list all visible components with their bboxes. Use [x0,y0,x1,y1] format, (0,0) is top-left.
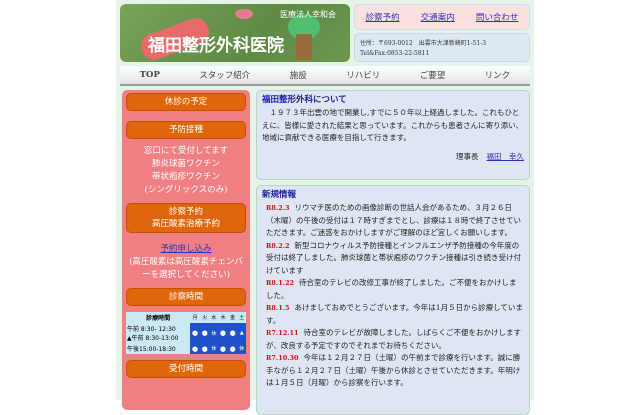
banner-image [296,34,312,60]
reservation-button[interactable]: 診察予約 高圧酸素治療予約 [126,203,246,233]
oxygen-reservation-label: 高圧酸素治療予約 [151,219,220,229]
morning-hours: 午前 8:30- 12:30 [127,326,176,333]
schedule-cell: ● [227,323,238,343]
schedule-cell: ● [190,323,200,343]
saturday-morning-hours: ▲午前 8:30-13:00 [127,335,179,342]
schedule-cell: 休 [209,343,219,354]
news-item: R8.2.3 リウマチ医のための画像診断の世話人会があるため、３月２６日（木曜）の… [262,202,524,240]
link-access[interactable]: 交通案内 [421,11,455,23]
about-text: １９７３年出雲の地で開業し,すでに５０年以上経過しました。これもひとえに、皆様に… [262,108,524,142]
afternoon-hours: 午後15:00-18:30 [126,343,191,354]
nav-rehab[interactable]: リハビリ [346,69,380,81]
banner-image [235,9,253,19]
news-date: R8.1.5 [266,304,290,312]
vaccination-info: 窓口にて受付してます 肺炎球菌ワクチン 帯状疱疹ワクチン (シングリックスのみ) [126,145,246,197]
tel-fax: Tel&Fax:0853-22-5811 [360,50,430,57]
news-list: R8.2.3 リウマチ医のための画像診断の世話人会があるため、３月２６日（木曜）の… [262,202,524,390]
vaccine-line: 肺炎球菌ワクチン [151,159,220,169]
apply-info: 予約申し込み (高圧酸素は高圧酸素チェンバーを選択してください) [126,243,246,282]
schedule-cell: ● [227,343,238,354]
hours-button[interactable]: 診察時間 [126,288,246,306]
vaccine-line: (シングリックスのみ) [144,185,228,195]
news-date: R7.12.11 [266,329,299,337]
header-banner[interactable]: 医療法人幸和会 福田整形外科医院 [120,4,350,62]
about-box: 福田整形外科について １９７３年出雲の地で開業し,すでに５０年以上経過しました。… [256,90,530,180]
news-text: 待合室のテレビが故障しました。しばらくご不便をおかけしますが、改良する予定ですの… [266,328,522,350]
nav-top[interactable]: TOP [140,70,160,80]
news-item: R8.2.2 新型コロナウィルス予防接種とインフルエンザ予防接種の今年度の受付は終… [262,240,524,278]
nav-requests[interactable]: ご要望 [420,69,446,81]
news-date: R8.2.3 [266,204,290,212]
nav-staff[interactable]: スタッフ紹介 [199,69,250,81]
schedule-cell: ● [199,323,210,343]
news-text: リウマチ医のための画像診断の世話人会があるため、３月２６日（木曜）の午後の受付は… [266,203,521,237]
news-item: R8.1.5 あけましておめでとうございます。今年は1月５日から診療しています。 [262,302,524,327]
news-item: R7.12.11 待合室のテレビが故障しました。しばらくご不便をおかけしますが、改… [262,327,524,352]
news-text: 新型コロナウィルス予防接種とインフルエンザ予防接種の今年度の受付は終了しました。… [266,240,521,275]
nav-links[interactable]: リンク [485,69,511,81]
address: 住所：〒693-0012 出雲市大津新崎町1-51-3 [360,40,487,47]
news-text: あけましておめでとうございます。今年は1月５日から診療しています。 [266,303,523,325]
schedule-header: 診療時間 [126,312,191,323]
schedule-cell: 休 [237,343,246,354]
link-appointment[interactable]: 診察予約 [366,11,400,23]
schedule-cell: ● [199,343,210,354]
news-box: 新規情報 R8.2.3 リウマチ医のための画像診断の世話人会があるため、３月２６日… [256,185,530,415]
director-name-link[interactable]: 福田 幸久 [487,152,525,161]
closed-schedule-button[interactable]: 休診の予定 [126,93,246,111]
link-contact[interactable]: 問い合わせ [476,11,519,23]
day-header: 土 [237,312,246,323]
day-header: 月 [190,312,200,323]
schedule-cell: ● [218,343,228,354]
day-header: 火 [199,312,210,323]
reception-hours-button[interactable]: 受付時間 [126,360,246,378]
news-date: R8.2.2 [266,241,290,250]
hospital-name: 福田整形外科医院 [148,36,284,56]
day-header: 金 [227,312,238,323]
news-text: 待合室のテレビの改修工事が終了しました。ご不便をおかけしました。 [266,278,517,300]
main-nav: TOP スタッフ紹介 施設 リハビリ ご要望 リンク [120,66,530,86]
vaccine-line: 窓口にて受付してます [143,146,229,156]
news-item: R7.10.30 今年は１２月２７日（土曜）の午前まで診療を行います。誠に勝手なが… [262,352,524,390]
schedule-cell: ● [218,323,228,343]
vaccine-line: 帯状疱疹ワクチン [151,172,220,182]
news-text: 今年は１２月２７日（土曜）の午前まで診療を行います。誠に勝手ながら１２月２７日（… [266,353,521,387]
schedule-cell: ● [190,343,200,354]
day-header: 木 [218,312,228,323]
morning-label: 午前 8:30- 12:30 ▲午前 8:30-13:00 [126,323,191,343]
news-date: R8.1.22 [266,279,295,287]
apply-link[interactable]: 予約申し込み [160,244,211,254]
day-header: 水 [209,312,219,323]
news-date: R7.10.30 [266,354,299,362]
vaccination-button[interactable]: 予防接種 [126,121,246,139]
sidebar: 休診の予定 予防接種 窓口にて受付してます 肺炎球菌ワクチン 帯状疱疹ワクチン … [122,90,250,410]
nav-facility[interactable]: 施設 [290,69,307,81]
about-title: 福田整形外科について [262,95,347,105]
schedule-cell: 休 [209,323,219,343]
signature: 理事長 福田 幸久 [262,151,524,164]
schedule-table: 診療時間 月 火 水 木 金 土 午前 8:30- 12:30 ▲午前 8:30-… [126,312,246,354]
schedule-cell: ▲ [237,323,246,343]
corporation-name: 医療法人幸和会 [280,10,336,19]
news-title: 新規情報 [262,190,297,200]
news-item: R8.1.22 待合室のテレビの改修工事が終了しました。ご不便をおかけしました。 [262,277,524,302]
address-box: 住所：〒693-0012 出雲市大津新崎町1-51-3 Tel&Fax:0853… [354,33,530,62]
apply-note: (高圧酸素は高圧酸素チェンバーを選択してください) [129,257,243,280]
page-container: 医療法人幸和会 福田整形外科医院 診察予約 交通案内 問い合わせ 住所：〒693… [116,0,534,415]
reservation-label: 診察予約 [168,207,203,217]
director-title: 理事長 [456,151,479,161]
header-links: 診察予約 交通案内 問い合わせ [354,4,530,30]
